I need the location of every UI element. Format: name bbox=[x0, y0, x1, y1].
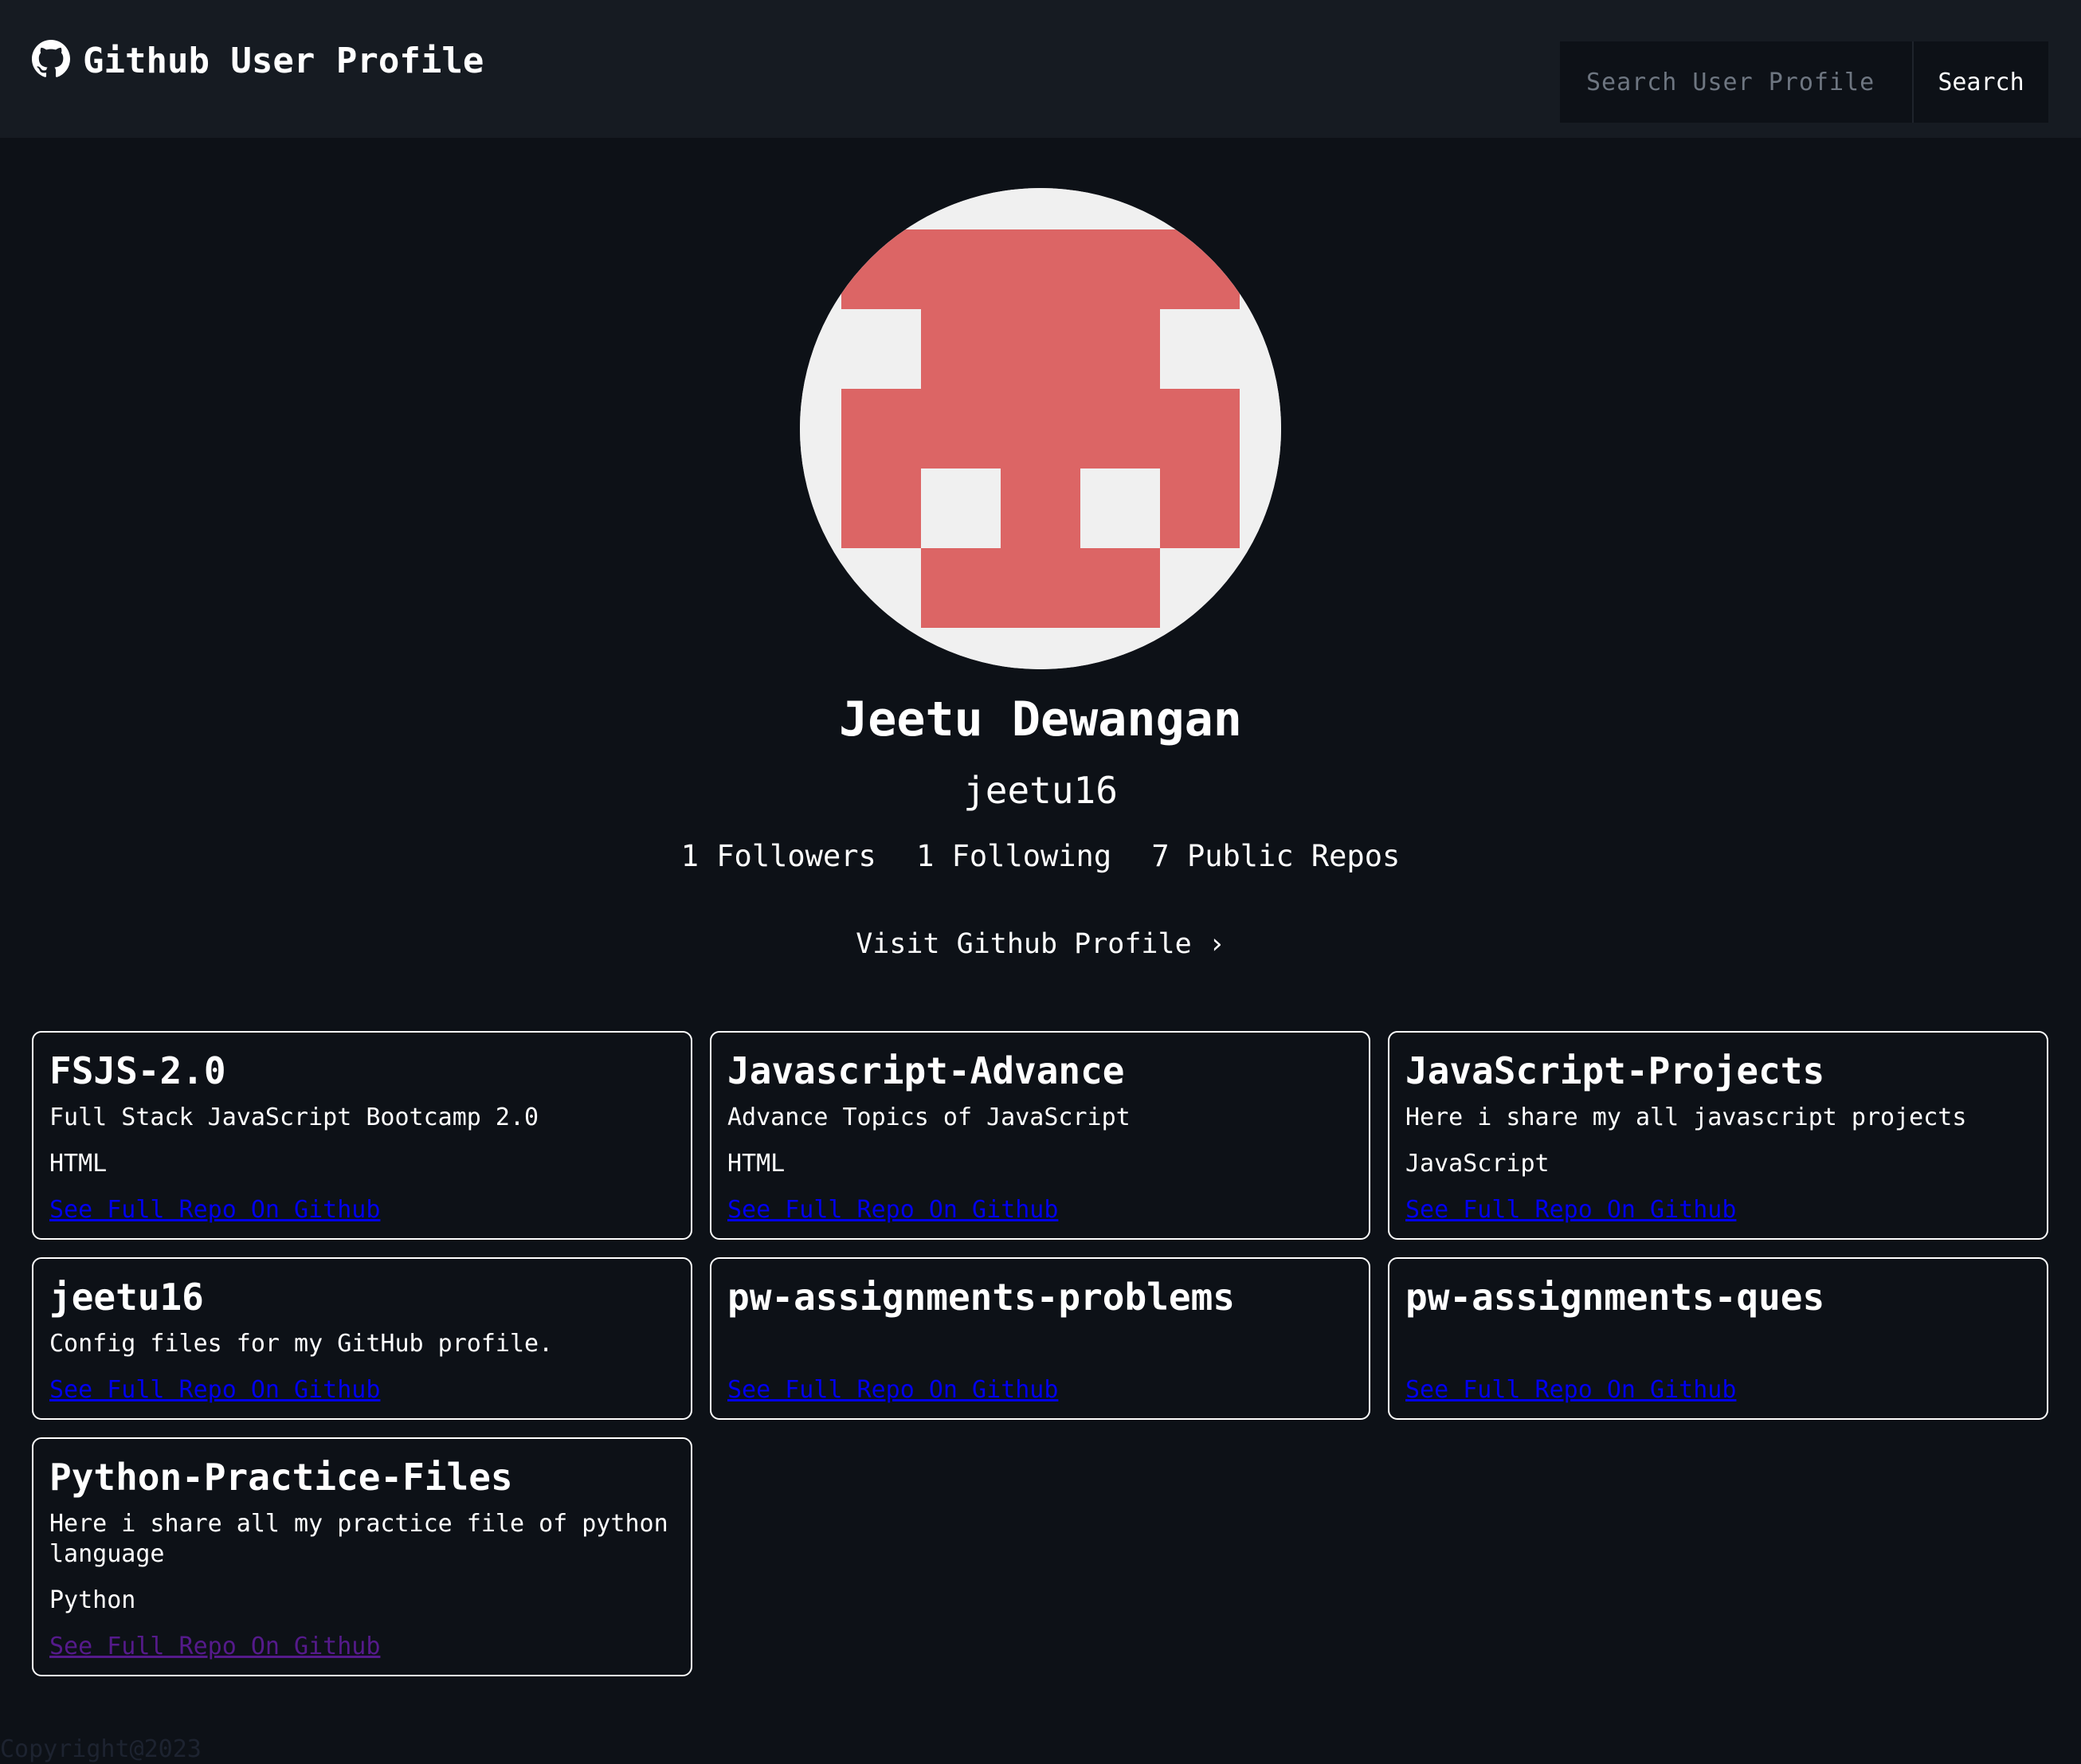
visit-profile: Visit Github Profile › bbox=[0, 928, 2081, 960]
repo-language: HTML bbox=[49, 1150, 108, 1178]
repo-card: Python-Practice-Files Here i share all my… bbox=[32, 1437, 692, 1676]
visit-profile-label: Visit Github Profile bbox=[856, 928, 1192, 960]
public-repos-count: 7 Public Repos bbox=[1151, 839, 1401, 873]
repo-language: JavaScript bbox=[1405, 1150, 1550, 1178]
repo-name: pw-assignments-ques bbox=[1405, 1276, 1825, 1319]
repo-link[interactable]: See Full Repo On Github bbox=[727, 1195, 1353, 1225]
repo-link[interactable]: See Full Repo On Github bbox=[1405, 1375, 2031, 1405]
search-button[interactable]: Search bbox=[1912, 41, 2048, 123]
repo-description: Advance Topics of JavaScript bbox=[727, 1103, 1131, 1131]
profile-login: jeetu16 bbox=[963, 769, 1118, 812]
repo-link[interactable]: See Full Repo On Github bbox=[49, 1632, 675, 1662]
repo-card: JavaScript-Projects Here i share my all j… bbox=[1388, 1031, 2048, 1240]
app-title: Github User Profile bbox=[83, 40, 484, 81]
repo-card: pw-assignments-problems See Full Repo On … bbox=[710, 1257, 1370, 1420]
repo-description bbox=[727, 1329, 1353, 1359]
repo-name: FSJS-2.0 bbox=[49, 1049, 226, 1092]
footer-copyright: Copyright@2023 bbox=[0, 1735, 202, 1763]
repo-language: HTML bbox=[727, 1150, 786, 1178]
brand: Github User Profile bbox=[32, 40, 484, 81]
repo-name: JavaScript-Projects bbox=[1405, 1049, 1825, 1092]
repo-card: Javascript-Advance Advance Topics of Java… bbox=[710, 1031, 1370, 1240]
followers-count: 1 Followers bbox=[680, 839, 876, 873]
github-icon bbox=[32, 40, 70, 81]
chevron-right-icon: › bbox=[1208, 928, 1225, 960]
repo-card: FSJS-2.0 Full Stack JavaScript Bootcamp 2… bbox=[32, 1031, 692, 1240]
repo-language: Python bbox=[49, 1586, 136, 1614]
repo-name: Python-Practice-Files bbox=[49, 1456, 513, 1499]
repo-grid: FSJS-2.0 Full Stack JavaScript Bootcamp 2… bbox=[32, 1031, 2049, 1676]
profile-name: Jeetu Dewangan bbox=[839, 692, 1242, 747]
repo-description: Here i share my all javascript projects bbox=[1405, 1103, 1967, 1131]
repo-link[interactable]: See Full Repo On Github bbox=[49, 1375, 675, 1405]
avatar bbox=[800, 188, 1281, 669]
repo-description: Config files for my GitHub profile. bbox=[49, 1330, 554, 1358]
repo-link[interactable]: See Full Repo On Github bbox=[727, 1375, 1353, 1405]
repo-description: Full Stack JavaScript Bootcamp 2.0 bbox=[49, 1103, 539, 1131]
navbar: Github User Profile Search bbox=[0, 0, 2081, 138]
repo-card: pw-assignments-ques See Full Repo On Gith… bbox=[1388, 1257, 2048, 1420]
profile-stats: 1 Followers 1 Following 7 Public Repos bbox=[0, 839, 2081, 873]
repo-name: Javascript-Advance bbox=[727, 1049, 1125, 1092]
repo-description bbox=[1405, 1329, 2031, 1359]
visit-profile-link[interactable]: Visit Github Profile › bbox=[856, 928, 1225, 960]
repo-card: jeetu16 Config files for my GitHub profil… bbox=[32, 1257, 692, 1420]
repo-name: jeetu16 bbox=[49, 1276, 204, 1319]
repo-link[interactable]: See Full Repo On Github bbox=[1405, 1195, 2031, 1225]
search-input[interactable] bbox=[1560, 41, 1912, 123]
repo-name: pw-assignments-problems bbox=[727, 1276, 1235, 1319]
following-count: 1 Following bbox=[916, 839, 1112, 873]
repo-link[interactable]: See Full Repo On Github bbox=[49, 1195, 675, 1225]
repo-description: Here i share all my practice file of pyt… bbox=[49, 1510, 668, 1568]
search-form: Search bbox=[1560, 41, 2048, 123]
